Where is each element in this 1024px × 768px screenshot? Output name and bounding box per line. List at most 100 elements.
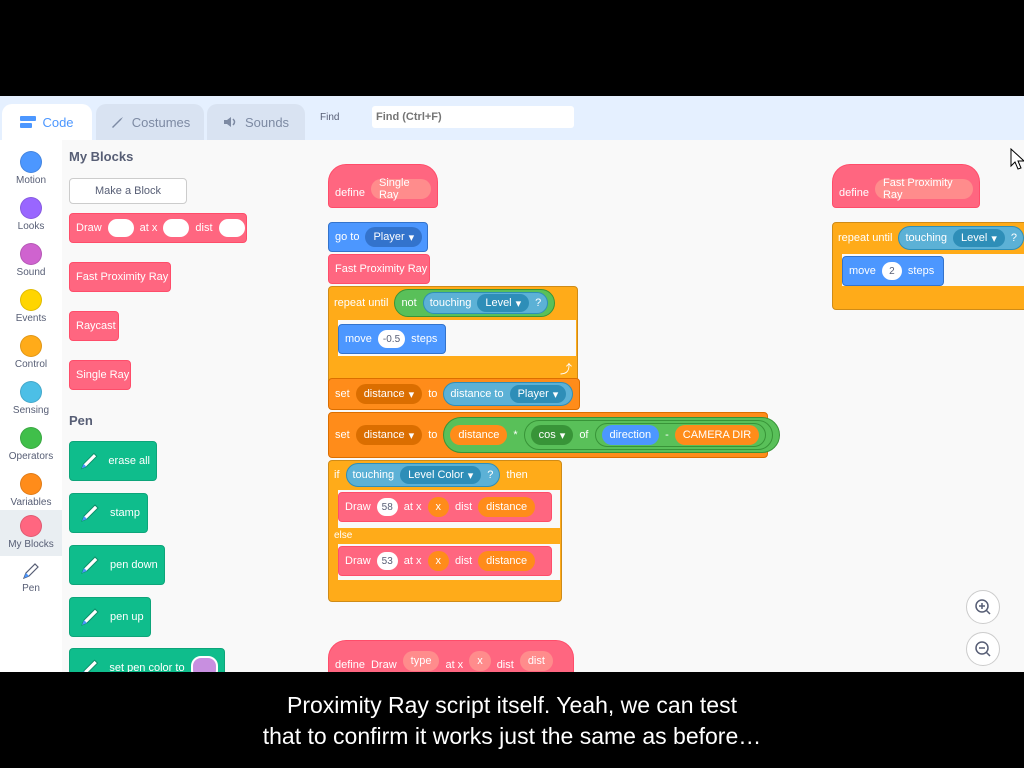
category-operators[interactable]: Operators — [0, 422, 62, 468]
move-input[interactable]: 2 — [881, 262, 902, 280]
looks-dot-icon — [20, 197, 42, 219]
touching-dropdown[interactable]: Level Color ▾ — [400, 466, 482, 484]
tab-sounds-label: Sounds — [244, 114, 290, 130]
category-label: Operators — [8, 451, 54, 462]
category-looks[interactable]: Looks — [0, 192, 62, 238]
multiply-operator[interactable]: distance * cos ▾ of direction - CAMERA DI… — [443, 417, 781, 453]
category-events[interactable]: Events — [0, 284, 62, 330]
chevron-down-icon: ▾ — [408, 429, 415, 442]
param-dist: dist — [519, 651, 553, 671]
block-text: pen down — [110, 559, 158, 571]
palette-single-ray-block[interactable]: Single Ray — [69, 360, 131, 390]
distance-variable[interactable]: distance — [478, 497, 536, 517]
block-text: stamp — [110, 507, 140, 519]
category-menu: Motion Looks Sound Events Control Sensin… — [0, 140, 63, 672]
touching-sensing[interactable]: touching Level ▾ ? — [422, 292, 549, 314]
color-picker-swatch[interactable] — [190, 656, 218, 672]
pen-icon — [81, 608, 99, 626]
move-steps-block[interactable]: move 2 steps — [842, 256, 944, 286]
category-motion[interactable]: Motion — [0, 146, 62, 192]
block-input[interactable] — [218, 219, 245, 237]
x-variable[interactable]: x — [427, 497, 450, 517]
cos-of-operator[interactable]: cos ▾ of direction - CAMERA DIR — [523, 420, 774, 450]
set-distance-block[interactable]: set distance ▾ to distance to Player ▾ — [328, 378, 580, 410]
block-text: dist — [496, 659, 514, 671]
touching-dropdown[interactable]: Level ▾ — [477, 294, 530, 312]
block-text: set pen color to — [109, 662, 185, 672]
subtract-operator[interactable]: direction - CAMERA DIR — [594, 423, 767, 447]
palette-pen-down-block[interactable]: pen down — [69, 545, 165, 585]
make-a-block-button[interactable]: Make a Block — [69, 178, 187, 204]
variable-dropdown[interactable]: distance ▾ — [355, 425, 423, 445]
block-input[interactable] — [107, 219, 134, 237]
palette-draw-block[interactable]: Draw at x dist — [69, 213, 247, 243]
distance-to-sensing[interactable]: distance to Player ▾ — [443, 382, 574, 406]
math-function-dropdown[interactable]: cos ▾ — [530, 425, 574, 445]
block-text: steps — [907, 265, 935, 277]
draw-call-block[interactable]: Draw 53 at x x dist distance — [338, 546, 552, 576]
touching-dropdown[interactable]: Level ▾ — [953, 229, 1005, 247]
category-label: Sound — [16, 267, 46, 278]
go-to-block[interactable]: go to Player ▾ — [328, 222, 428, 252]
block-text: ? — [1010, 232, 1017, 244]
touching-color-sensing[interactable]: touching Level Color ▾ ? — [345, 463, 501, 487]
block-text: Draw — [76, 222, 102, 234]
palette-pen-up-block[interactable]: pen up — [69, 597, 151, 637]
video-subtitle: Proximity Ray script itself. Yeah, we ca… — [0, 690, 1024, 752]
define-single-ray-hat[interactable]: define Single Ray — [328, 164, 438, 208]
custom-block-name: Fast Proximity Ray — [874, 177, 973, 201]
touching-sensing[interactable]: touching Level ▾ ? — [898, 226, 1024, 250]
pen-icon — [82, 659, 99, 672]
block-text: dist — [455, 501, 473, 513]
tab-costumes[interactable]: Costumes — [96, 104, 204, 140]
variables-dot-icon — [20, 473, 42, 495]
define-fast-proximity-ray-hat[interactable]: define Fast Proximity Ray — [832, 164, 980, 208]
not-operator[interactable]: not touching Level ▾ ? — [394, 289, 556, 317]
goto-target-dropdown[interactable]: Player ▾ — [365, 227, 423, 247]
draw-call-block[interactable]: Draw 58 at x x dist distance — [338, 492, 552, 522]
zoom-out-button[interactable] — [966, 632, 1000, 666]
control-dot-icon — [20, 335, 42, 357]
tab-code[interactable]: Code — [2, 104, 92, 140]
distance-variable[interactable]: distance — [478, 551, 536, 571]
move-input[interactable]: -0.5 — [377, 330, 406, 348]
block-text: touching — [352, 469, 395, 481]
dropdown-value: cos — [538, 429, 556, 441]
block-text: set — [335, 429, 350, 441]
define-draw-hat[interactable]: define Draw type at x x dist dist — [328, 640, 574, 672]
block-input[interactable] — [163, 219, 190, 237]
set-distance-cos-block[interactable]: set distance ▾ to distance * cos ▾ of dire… — [328, 412, 781, 458]
category-pen[interactable]: Pen — [0, 556, 62, 602]
palette-erase-all-block[interactable]: erase all — [69, 441, 157, 481]
dropdown-value: Level — [485, 297, 512, 309]
block-text: Single Ray — [76, 369, 130, 381]
zoom-in-button[interactable] — [966, 590, 1000, 624]
palette-fast-proximity-ray-block[interactable]: Fast Proximity Ray — [69, 262, 171, 292]
x-variable[interactable]: x — [427, 551, 450, 571]
category-sound[interactable]: Sound — [0, 238, 62, 284]
palette-raycast-block[interactable]: Raycast — [69, 311, 119, 341]
find-input[interactable] — [372, 106, 574, 128]
category-my-blocks[interactable]: My Blocks — [0, 510, 62, 556]
chevron-down-icon: ▾ — [559, 429, 566, 442]
palette-stamp-block[interactable]: stamp — [69, 493, 148, 533]
distance-variable[interactable]: distance — [450, 425, 508, 445]
block-text: repeat until — [838, 232, 893, 244]
distance-target-dropdown[interactable]: Player ▾ — [509, 385, 567, 403]
zoom-in-icon — [975, 599, 991, 615]
fast-proximity-ray-call[interactable]: Fast Proximity Ray — [328, 254, 430, 284]
direction-reporter[interactable]: direction — [601, 425, 660, 445]
palette-set-pen-color-block[interactable]: set pen color to — [69, 648, 225, 672]
variable-dropdown[interactable]: distance ▾ — [355, 384, 423, 404]
category-control[interactable]: Control — [0, 330, 62, 376]
block-text: then — [506, 469, 528, 481]
camera-dir-variable[interactable]: CAMERA DIR — [674, 425, 760, 445]
block-text: define — [335, 187, 365, 199]
draw-type-input[interactable]: 53 — [376, 552, 398, 570]
category-variables[interactable]: Variables — [0, 468, 62, 514]
category-sensing[interactable]: Sensing — [0, 376, 62, 422]
tab-bar: Code Costumes Sounds Find — [0, 96, 1024, 140]
tab-sounds[interactable]: Sounds — [207, 104, 305, 140]
draw-type-input[interactable]: 58 — [376, 498, 398, 516]
move-steps-block[interactable]: move -0.5 steps — [338, 324, 446, 354]
